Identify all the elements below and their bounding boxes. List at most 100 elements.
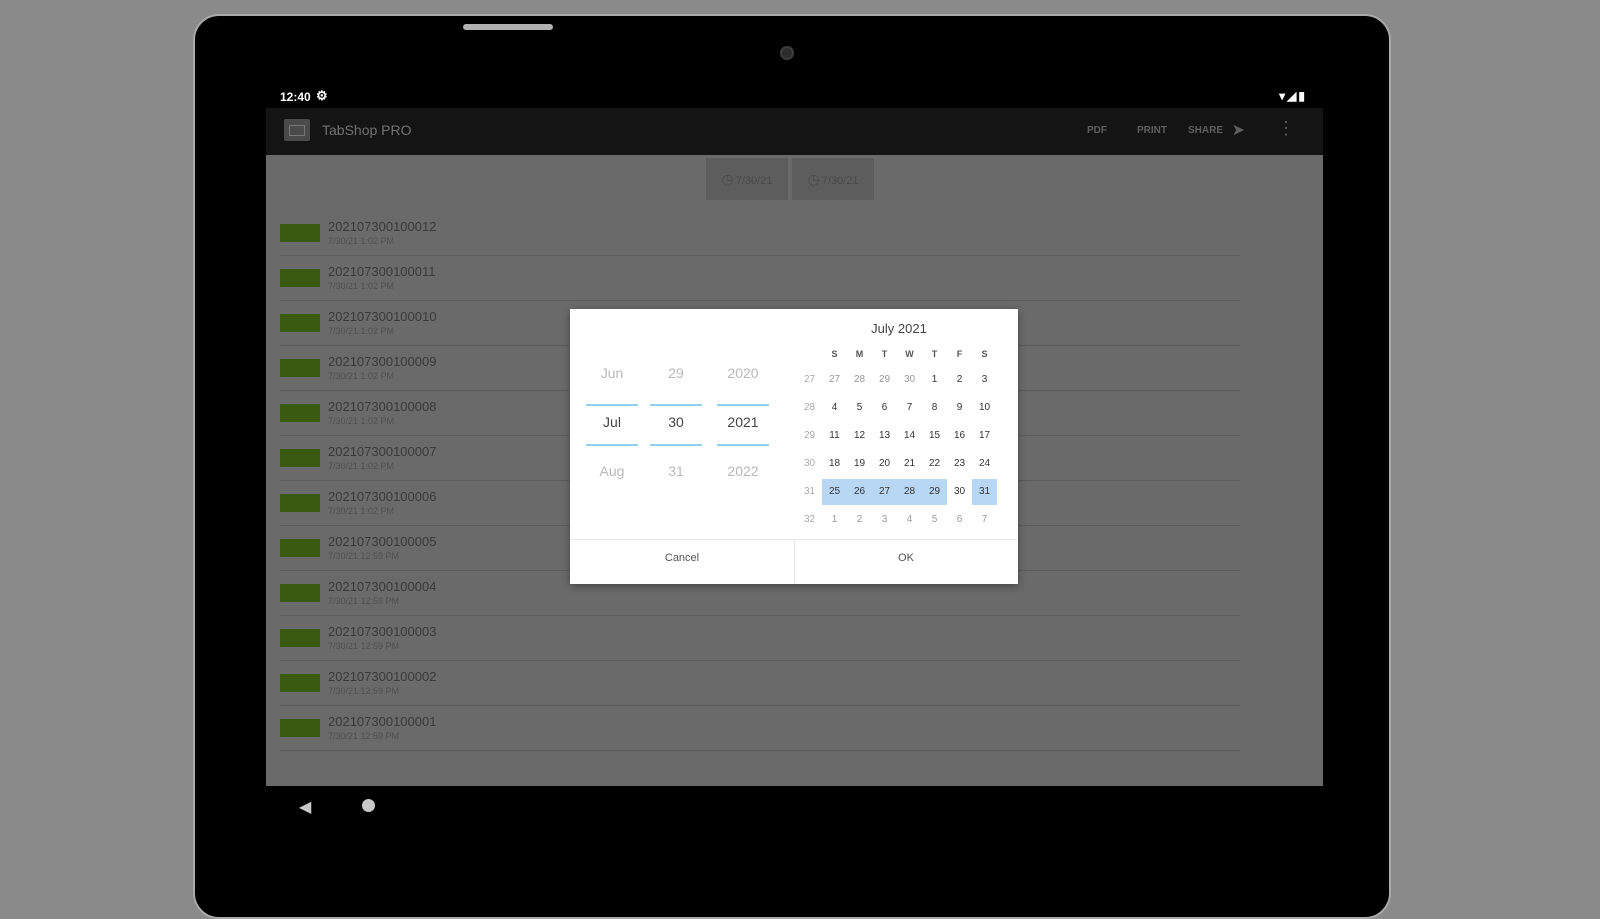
week-number: 29 [803, 430, 816, 441]
calendar-day[interactable]: 6 [872, 395, 897, 421]
more-options-icon[interactable]: ⋮ [1277, 118, 1295, 139]
app-title: TabShop PRO [322, 122, 412, 138]
document-thumbnail [280, 449, 320, 467]
back-icon[interactable]: ◀ [299, 797, 311, 817]
calendar-day[interactable]: 4 [822, 395, 847, 421]
pdf-button[interactable]: PDF [1087, 125, 1107, 136]
list-item[interactable]: 202107300100003 7/30/21 12:59 PM [280, 616, 1240, 661]
document-date: 7/30/21 1:02 PM [328, 506, 395, 516]
document-thumbnail [280, 629, 320, 647]
calendar-day[interactable]: 27 [822, 367, 847, 393]
calendar-day[interactable]: 11 [822, 423, 847, 449]
home-icon[interactable] [362, 799, 375, 812]
status-bar: 12:40 ⚙ ▾◢▮ [266, 84, 1323, 108]
send-icon[interactable]: ➤ [1232, 120, 1245, 140]
calendar-day[interactable]: 26 [847, 479, 872, 505]
calendar-day[interactable]: 8 [922, 395, 947, 421]
day-next[interactable]: 31 [646, 463, 706, 479]
calendar-day[interactable]: 15 [922, 423, 947, 449]
document-thumbnail [280, 404, 320, 422]
app-logo-icon [284, 119, 310, 141]
calendar-day[interactable]: 2 [847, 507, 872, 533]
calendar-day[interactable]: 3 [872, 507, 897, 533]
calendar-day[interactable]: 9 [947, 395, 972, 421]
document-date: 7/30/21 12:59 PM [328, 551, 400, 561]
calendar-title: July 2021 [871, 321, 927, 336]
ok-button[interactable]: OK [794, 552, 1018, 564]
calendar-day[interactable]: 14 [897, 423, 922, 449]
document-thumbnail [280, 269, 320, 287]
year-selected[interactable]: 2021 [713, 414, 773, 430]
calendar-day[interactable]: 19 [847, 451, 872, 477]
calendar-day[interactable]: 22 [922, 451, 947, 477]
calendar-day[interactable]: 7 [972, 507, 997, 533]
document-date: 7/30/21 1:02 PM [328, 236, 395, 246]
calendar-day[interactable]: 1 [822, 507, 847, 533]
settings-gear-icon: ⚙ [316, 88, 328, 103]
week-number: 31 [803, 486, 816, 497]
calendar-day[interactable]: 25 [822, 479, 847, 505]
document-thumbnail [280, 539, 320, 557]
from-date-chip[interactable]: ◷ 7/30/21 [706, 158, 788, 200]
to-date-chip[interactable]: ◷ 7/30/21 [792, 158, 874, 200]
day-prev[interactable]: 29 [646, 365, 706, 381]
calendar-day[interactable]: 5 [847, 395, 872, 421]
document-number: 202107300100011 [328, 264, 436, 279]
document-date: 7/30/21 12:59 PM [328, 596, 400, 606]
document-date: 7/30/21 1:02 PM [328, 461, 395, 471]
week-number: 32 [803, 514, 816, 525]
calendar-day[interactable]: 12 [847, 423, 872, 449]
list-item[interactable]: 202107300100001 7/30/21 12:59 PM [280, 706, 1240, 751]
calendar-day[interactable]: 23 [947, 451, 972, 477]
share-button[interactable]: SHARE [1188, 125, 1223, 136]
calendar-day[interactable]: 20 [872, 451, 897, 477]
print-button[interactable]: PRINT [1137, 125, 1167, 136]
month-prev[interactable]: Jun [582, 365, 642, 381]
camera-icon [780, 46, 794, 60]
calendar-day[interactable]: 27 [872, 479, 897, 505]
year-prev[interactable]: 2020 [713, 365, 773, 381]
calendar-day[interactable]: 28 [897, 479, 922, 505]
day-selected[interactable]: 30 [646, 414, 706, 430]
document-thumbnail [280, 719, 320, 737]
weekday-header: S [831, 349, 838, 359]
calendar-day[interactable]: 29 [922, 479, 947, 505]
document-number: 202107300100007 [328, 444, 437, 459]
document-thumbnail [280, 494, 320, 512]
month-selected[interactable]: Jul [582, 414, 642, 430]
document-number: 202107300100006 [328, 489, 437, 504]
month-next[interactable]: Aug [582, 463, 642, 479]
list-item[interactable]: 202107300100011 7/30/21 1:02 PM [280, 256, 1240, 301]
calendar-day[interactable]: 18 [822, 451, 847, 477]
calendar-day[interactable]: 28 [847, 367, 872, 393]
calendar-day[interactable]: 21 [897, 451, 922, 477]
week-number: 30 [803, 458, 816, 469]
cancel-button[interactable]: Cancel [570, 552, 794, 564]
week-number: 28 [803, 402, 816, 413]
calendar-day[interactable]: 29 [872, 367, 897, 393]
calendar-day[interactable]: 24 [972, 451, 997, 477]
weekday-header: F [956, 349, 963, 359]
year-next[interactable]: 2022 [713, 463, 773, 479]
calendar-day[interactable]: 31 [972, 479, 997, 505]
year-divider [717, 404, 769, 406]
calendar-day[interactable]: 3 [972, 367, 997, 393]
calendar-day[interactable]: 2 [947, 367, 972, 393]
calendar-day[interactable]: 7 [897, 395, 922, 421]
list-item[interactable]: 202107300100012 7/30/21 1:02 PM [280, 211, 1240, 256]
list-item[interactable]: 202107300100002 7/30/21 12:59 PM [280, 661, 1240, 706]
calendar-day[interactable]: 17 [972, 423, 997, 449]
calendar-day[interactable]: 5 [922, 507, 947, 533]
calendar-day[interactable]: 13 [872, 423, 897, 449]
calendar-day[interactable]: 10 [972, 395, 997, 421]
calendar-day[interactable]: 30 [947, 479, 972, 505]
calendar-day[interactable]: 4 [897, 507, 922, 533]
to-date-label: 7/30/21 [821, 175, 859, 187]
calendar-day[interactable]: 16 [947, 423, 972, 449]
document-number: 202107300100004 [328, 579, 437, 594]
calendar-day[interactable]: 30 [897, 367, 922, 393]
calendar-day[interactable]: 1 [922, 367, 947, 393]
day-divider [650, 404, 702, 406]
calendar-day[interactable]: 6 [947, 507, 972, 533]
document-date: 7/30/21 12:59 PM [328, 731, 400, 741]
